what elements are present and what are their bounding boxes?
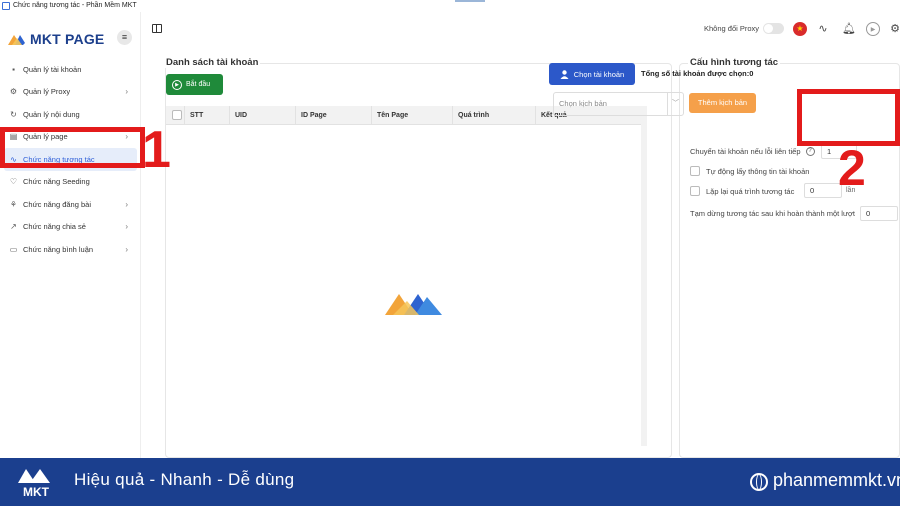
sidebar-item-label: Chức năng đăng bài xyxy=(23,199,91,209)
auto-fetch-row[interactable]: Tự động lấy thông tin tài khoản xyxy=(690,166,809,176)
script-select[interactable]: Chọn kịch bản ﹀ xyxy=(553,92,684,116)
sidebar-item-label: Quản lý Proxy xyxy=(23,87,71,97)
proxy-label: Không đổi Proxy xyxy=(704,24,760,33)
sidebar-item-label: Quản lý nội dung xyxy=(23,109,80,119)
column-header-page-name[interactable]: Tên Page xyxy=(371,106,452,125)
sidebar-item-seeding[interactable]: ♡ Chức năng Seeding xyxy=(0,171,141,194)
switch-on-error-label: Chuyển tài khoản nếu lỗi liên tiếp xyxy=(690,147,801,156)
chevron-down-icon: ﹀ xyxy=(667,93,683,115)
select-all-checkbox[interactable] xyxy=(172,110,182,120)
repeat-label: Lặp lại quá trình tương tác xyxy=(706,186,795,196)
user-icon xyxy=(560,69,569,79)
pause-row: Tạm dừng tương tác sau khi hoàn thành mộ… xyxy=(690,209,855,218)
annotation-number-2: 2 xyxy=(838,140,866,196)
activity-icon[interactable]: ∿ xyxy=(816,22,830,36)
sidebar: MKT PAGE ≡ ▪ Quản lý tài khoản ⚙ Quản lý… xyxy=(0,12,141,458)
app-window: Chức năng tương tác - Phần Mềm MKT MKT P… xyxy=(0,0,900,506)
window-title: Chức năng tương tác - Phần Mềm MKT xyxy=(13,2,137,9)
proxy-icon: ⚙ xyxy=(9,87,18,97)
window-titlebar: Chức năng tương tác - Phần Mềm MKT xyxy=(0,0,900,12)
sidebar-item-comment[interactable]: ▭ Chức năng bình luận › xyxy=(0,238,141,261)
proxy-toggle[interactable] xyxy=(763,23,784,34)
app-logo: MKT PAGE xyxy=(8,30,104,48)
script-select-placeholder: Chọn kịch bản xyxy=(559,99,607,108)
play-icon: ▶ xyxy=(172,79,182,90)
choose-account-label: Chọn tài khoản xyxy=(573,69,625,79)
app-icon xyxy=(2,2,10,10)
bell-icon[interactable]: 🔔︎ xyxy=(842,22,856,36)
play-circle-icon[interactable]: ▶ xyxy=(866,22,880,36)
hamburger-icon[interactable]: ≡ xyxy=(117,30,132,45)
annotation-box-1 xyxy=(0,127,145,168)
pause-label: Tạm dừng tương tác sau khi hoàn thành mộ… xyxy=(690,209,855,218)
sidebar-item-label: Chức năng Seeding xyxy=(23,177,90,187)
svg-text:MKT: MKT xyxy=(23,485,50,499)
help-icon[interactable]: ? xyxy=(805,147,815,156)
logo-text: MKT PAGE xyxy=(30,31,105,47)
gear-icon[interactable]: ⚙ xyxy=(888,22,900,36)
table-scrollbar[interactable] xyxy=(641,106,647,446)
chevron-right-icon: › xyxy=(125,222,128,232)
selected-account-count: Tổng số tài khoản được chọn:0 xyxy=(641,69,754,78)
sidebar-item-label: Chức năng bình luận xyxy=(23,244,94,254)
layout-toggle-icon[interactable] xyxy=(152,24,162,33)
share-icon: ↗ xyxy=(10,222,17,232)
column-header-stt[interactable]: STT xyxy=(184,106,229,125)
vietnam-flag-icon[interactable]: ★ xyxy=(793,22,807,36)
switch-on-error-row: Chuyển tài khoản nếu lỗi liên tiếp ? xyxy=(690,147,815,156)
sidebar-item-post[interactable]: ⚘ Chức năng đăng bài › xyxy=(0,193,141,216)
annotation-box-2 xyxy=(797,89,900,146)
start-button[interactable]: ▶ Bắt đầu xyxy=(166,74,223,95)
footer-website[interactable]: phanmemmkt.vn xyxy=(773,470,900,491)
chevron-right-icon: › xyxy=(125,244,128,254)
chevron-right-icon: › xyxy=(125,87,128,97)
choose-account-button[interactable]: Chọn tài khoản xyxy=(549,63,635,85)
mkt-watermark-icon xyxy=(385,294,442,315)
top-bar: Không đổi Proxy ★ ∿ 🔔︎ ▶ ⚙ xyxy=(141,12,900,47)
seeding-icon: ♡ xyxy=(9,177,18,187)
sidebar-item-content[interactable]: ↻ Quản lý nội dung xyxy=(0,103,141,126)
column-header-id-page[interactable]: ID Page xyxy=(295,106,371,125)
mkt-footer-logo: MKT xyxy=(18,469,50,499)
post-icon: ⚘ xyxy=(9,199,18,209)
chevron-right-icon: › xyxy=(125,199,128,209)
auto-fetch-label: Tự động lấy thông tin tài khoản xyxy=(706,166,810,176)
sidebar-item-share[interactable]: ↗ Chức năng chia sẻ › xyxy=(0,216,141,239)
add-script-button[interactable]: Thêm kịch bản xyxy=(689,93,756,113)
repeat-count-input[interactable]: 0 xyxy=(804,183,842,198)
pause-input[interactable]: 0 xyxy=(860,206,898,221)
column-header-uid[interactable]: UID xyxy=(229,106,295,125)
sidebar-item-account-management[interactable]: ▪ Quản lý tài khoản xyxy=(0,58,141,81)
sidebar-item-label: Chức năng chia sẻ xyxy=(23,222,86,232)
start-button-label: Bắt đầu xyxy=(186,81,211,88)
globe-icon xyxy=(750,473,768,491)
main-area: Không đổi Proxy ★ ∿ 🔔︎ ▶ ⚙ Danh sách tài… xyxy=(141,12,900,458)
footer-slogan: Hiệu quả - Nhanh - Dễ dùng xyxy=(74,470,295,489)
annotation-number-1: 1 xyxy=(142,121,171,179)
account-list-title: Danh sách tài khoản xyxy=(164,57,261,68)
grid-icon: ▪ xyxy=(12,64,15,74)
repeat-checkbox[interactable] xyxy=(690,186,700,196)
sidebar-item-label: Quản lý tài khoản xyxy=(23,64,82,74)
content-icon: ↻ xyxy=(10,109,17,119)
config-title: Cấu hình tương tác xyxy=(688,57,781,68)
column-header-progress[interactable]: Quá trình xyxy=(452,106,535,125)
scroll-indicator xyxy=(455,0,485,2)
mkt-logo-icon xyxy=(8,35,25,45)
footer-banner: MKT Hiệu quả - Nhanh - Dễ dùng phanmemmk… xyxy=(0,458,900,506)
comment-icon: ▭ xyxy=(9,244,18,254)
sidebar-item-proxy[interactable]: ⚙ Quản lý Proxy › xyxy=(0,81,141,104)
repeat-row[interactable]: Lặp lại quá trình tương tác xyxy=(690,186,794,196)
auto-fetch-checkbox[interactable] xyxy=(690,166,700,176)
